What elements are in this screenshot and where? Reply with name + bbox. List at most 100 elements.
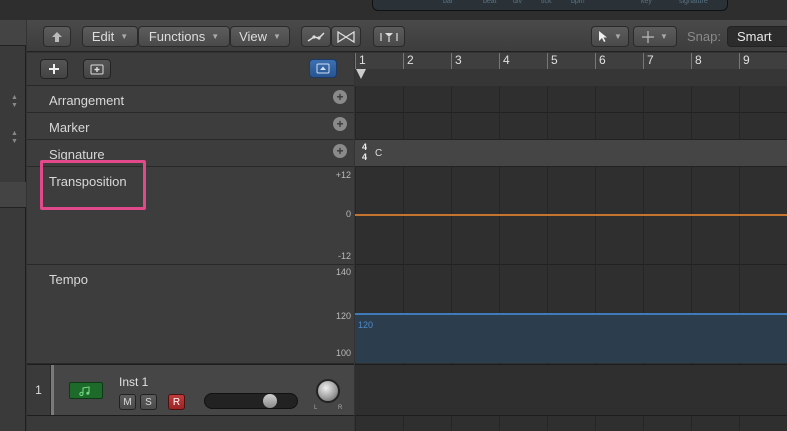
ruler-tick [595,53,596,69]
ruler-bar-1: 1 [359,53,366,67]
row-divider [355,166,787,167]
go-up-button[interactable] [43,26,71,47]
lcd-display[interactable]: bar beat div tick bpm key signature [372,0,728,11]
flex-button[interactable] [331,26,361,47]
ruler-bar-3: 3 [455,53,462,67]
mute-button[interactable]: M [119,394,136,410]
automation-button[interactable] [301,26,331,47]
transposition-mid-label: 0 [345,209,351,219]
catch-playhead-button[interactable] [373,26,405,47]
global-tracks-toggle[interactable] [309,59,337,78]
lcd-key-label: key [641,0,652,5]
signature-lane[interactable]: 4 4 C [355,140,787,166]
add-track-button[interactable] [40,59,68,79]
track-color-strip [51,365,54,415]
transposition-max-label: +12 [335,170,351,180]
music-note-icon [79,385,90,396]
ruler-bar-4: 4 [503,53,510,67]
transposition-curve[interactable] [355,214,787,216]
transposition-highlight-box [40,160,146,210]
bar-ruler[interactable]: 1 2 3 4 5 6 7 8 9 [355,53,787,86]
ruler-bar-5: 5 [551,53,558,67]
arrangement-track-name: Arrangement [49,93,125,108]
view-menu-button[interactable]: View ▼ [230,26,290,47]
signature-denominator[interactable]: 4 [362,152,367,162]
record-enable-button[interactable]: R [168,394,185,410]
arrangement-track-header[interactable]: Arrangement + [27,86,354,113]
global-tracks-icon [316,63,330,74]
ruler-tick [451,53,452,69]
playhead-filter-icon [380,32,398,42]
tempo-mid-label: 120 [335,311,351,321]
add-signature-icon[interactable]: + [333,144,347,158]
stepper-arrows-icon[interactable]: ▲ ▼ [11,94,18,110]
instrument-track-header[interactable]: 1 Inst 1 M S R L R [27,364,354,416]
view-menu-label: View [239,29,268,44]
marquee-tool-menu[interactable]: ▼ [633,26,677,47]
control-bar-strip: bar beat div tick bpm key signature [0,0,787,20]
key-signature[interactable]: C [375,148,382,159]
flex-icon [337,30,355,43]
tempo-max-label: 140 [335,267,351,277]
inspector-edge: ▲ ▼ ▲ ▼ [0,20,26,431]
add-marker-icon[interactable]: + [333,117,347,131]
software-instrument-icon[interactable] [69,382,103,399]
ruler-lower-band[interactable] [355,69,787,86]
volume-slider[interactable] [204,393,298,409]
up-arrow-icon [52,31,62,42]
tempo-min-label: 100 [335,348,351,358]
edit-menu-button[interactable]: Edit ▼ [82,26,138,47]
lcd-signature-label: signature [679,0,708,5]
pan-right-label: R [338,405,343,411]
ruler-tick [499,53,500,69]
row-divider [355,264,787,265]
marker-track-header[interactable]: Marker + [27,113,354,140]
lcd-tick-label: tick [541,0,552,5]
functions-menu-button[interactable]: Functions ▼ [138,26,230,47]
stepper-arrows-icon[interactable]: ▲ ▼ [11,130,18,146]
volume-slider-handle[interactable] [263,394,277,408]
add-arrangement-icon[interactable]: + [333,90,347,104]
ruler-tick [403,53,404,69]
track-name[interactable]: Inst 1 [119,375,148,389]
lcd-bpm-label: bpm [571,0,585,5]
ruler-bar-9: 9 [743,53,750,67]
automation-curve-icon [307,31,325,42]
ruler-tick [547,53,548,69]
chevron-down-icon: ▼ [660,32,668,41]
pointer-tool-menu[interactable]: ▼ [591,26,629,47]
empty-track-area [27,416,354,431]
pan-knob[interactable] [316,379,340,403]
lcd-div-label: div [513,0,522,5]
tempo-curve[interactable]: 120 [355,313,787,363]
inspector-band [0,182,26,208]
ruler-bar-6: 6 [599,53,606,67]
snap-label: Snap: [687,29,721,44]
signature-numerator[interactable]: 4 [362,142,367,152]
lcd-bar-label: bar [443,0,454,5]
chevron-down-icon: ▼ [614,32,622,41]
instrument-track-lane[interactable] [355,364,787,416]
playhead-marker-icon[interactable] [356,69,366,79]
lcd-beat-label: beat [483,0,497,5]
chevron-down-icon: ▼ [120,32,129,41]
transposition-min-label: -12 [337,251,351,261]
tracks-toolbar: Edit ▼ Functions ▼ View ▼ ▼ ▼ Snap: Smart [27,20,787,52]
folder-plus-icon [90,64,104,75]
ruler-tick [355,53,356,69]
tempo-track-header[interactable]: Tempo 140 120 100 [27,265,354,364]
chevron-down-icon: ▼ [273,32,281,41]
marker-track-name: Marker [49,120,90,135]
track-header-toolbar [27,53,354,86]
snap-dropdown[interactable]: Smart [727,26,787,47]
crosshair-tool-icon [642,30,655,43]
logic-pro-main-window: bar beat div tick bpm key signature ▲ ▼ ▲… [0,0,787,431]
chevron-down-icon: ▼ [211,32,220,41]
row-divider [355,112,787,113]
add-folder-button[interactable] [83,59,111,79]
solo-button[interactable]: S [140,394,157,410]
ruler-bar-2: 2 [407,53,414,67]
ruler-bar-8: 8 [695,53,702,67]
edit-menu-label: Edit [91,29,115,44]
plus-icon [49,64,59,74]
